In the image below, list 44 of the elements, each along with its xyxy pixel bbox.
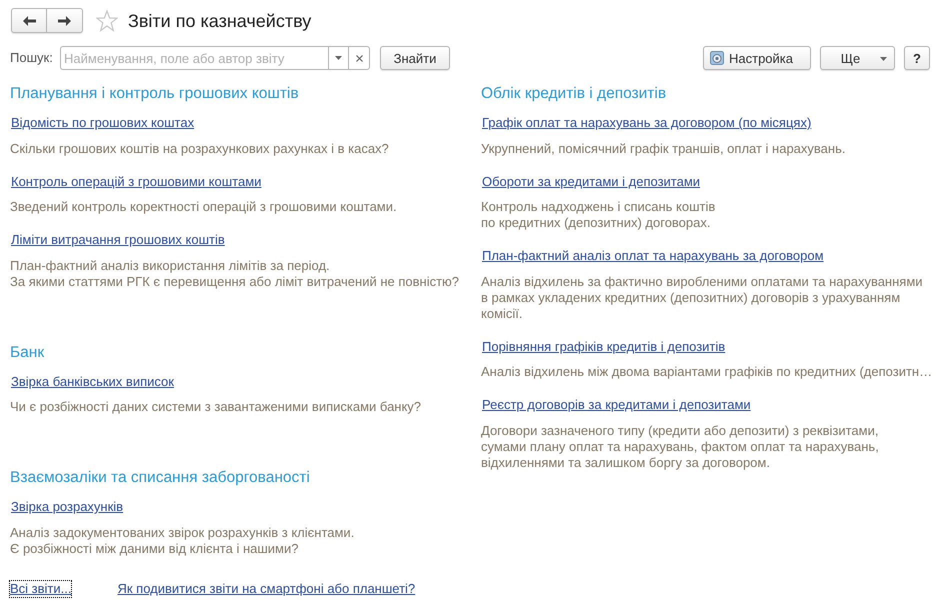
report-link[interactable]: Відомість по грошових коштах	[11, 115, 194, 131]
report-link[interactable]: Порівняння графіків кредитів і депозитів	[482, 338, 726, 354]
report-description: Аналіз задокументованих звірок розрахунків з клієнтами. Є розбіжності між даними від клієнта і нашими?	[10, 524, 356, 556]
report-description: Укрупнений, помісячний графік траншів, оплат і нарахувань.	[481, 140, 846, 156]
report-description: Аналіз відхилень між двома варіантами графіків по кредитних (депозитн…	[481, 364, 934, 380]
report-description: Контроль надходжень і списань коштів по кредитних (депозитних) договорах.	[481, 199, 716, 231]
section-heading: Взаємозаліки та списання заборгованості	[10, 469, 311, 487]
footer-link[interactable]: Всі звіти...	[10, 581, 72, 597]
report-link[interactable]: Ліміти витрачання грошових коштів	[11, 232, 225, 248]
dropdown-button[interactable]	[328, 46, 348, 70]
search-field[interactable]: Найменування, поле або автор звіту	[60, 46, 328, 70]
section-heading: Облік кредитів і депозитів	[481, 85, 668, 103]
star-icon[interactable]	[96, 10, 118, 32]
right-arrow-icon	[58, 16, 71, 26]
caret-icon	[335, 56, 342, 60]
section-heading: Банк	[10, 344, 46, 362]
window-title: Звіти по казначейству	[128, 10, 312, 32]
section-heading: Планування і контроль грошових коштів	[10, 85, 300, 103]
report-description: Договори зазначеного типу (кредити або депозити) з реквізитами, сумами плану оплат та нарахувань, фактом оплат та нарахувань, відхиленнями та залишком боргу за договором.	[481, 422, 880, 470]
settings-icon	[710, 51, 724, 65]
report-link[interactable]: Звірка розрахунків	[11, 499, 124, 515]
footer-link[interactable]: Як подивитися звіти на смартфоні або планшеті?	[117, 581, 416, 597]
more-button[interactable]: Ще	[820, 46, 895, 70]
report-link[interactable]: Контроль операцій з грошовими коштами	[11, 174, 262, 190]
search-label: Пошук:	[10, 49, 54, 68]
report-link[interactable]: Графік оплат та нарахувань за договором (по місяцях)	[482, 115, 812, 131]
report-link[interactable]: Обороти за кредитами і депозитами	[482, 174, 700, 190]
report-description: Зведений контроль коректності операцій з грошовими коштами.	[10, 199, 398, 215]
close-icon	[356, 54, 362, 62]
report-link[interactable]: План-фактний аналіз оплат та нарахувань за договором	[482, 248, 824, 264]
report-description: Аналіз відхилень за фактично виробленими оплатами та нарахуваннями в рамках укладених кредитних (депозитних) договорів з урахуванням комісії.	[481, 274, 924, 322]
left-arrow-icon	[22, 16, 36, 26]
clear-button[interactable]	[348, 46, 370, 70]
find-button[interactable]: Знайти	[380, 46, 450, 70]
report-link[interactable]: Реєстр договорів за кредитами і депозитами	[482, 397, 751, 413]
forward-button[interactable]	[47, 8, 83, 33]
report-description: План-фактний аналіз використання лімітів за період. За якими статтями РГК є перевищення або ліміт витрачений не повністю?	[10, 258, 460, 290]
settings-button[interactable]: Настройка	[703, 46, 811, 70]
help-button[interactable]: ?	[904, 46, 930, 70]
report-link[interactable]: Звірка банківських виписок	[11, 374, 174, 390]
caret-icon	[880, 57, 887, 61]
back-button[interactable]	[11, 8, 47, 33]
report-description: Скільки грошових коштів на розрахункових рахунках і в касах?	[10, 140, 390, 156]
report-description: Чи є розбіжності даних системи з завантаженими виписками банку?	[10, 399, 422, 415]
